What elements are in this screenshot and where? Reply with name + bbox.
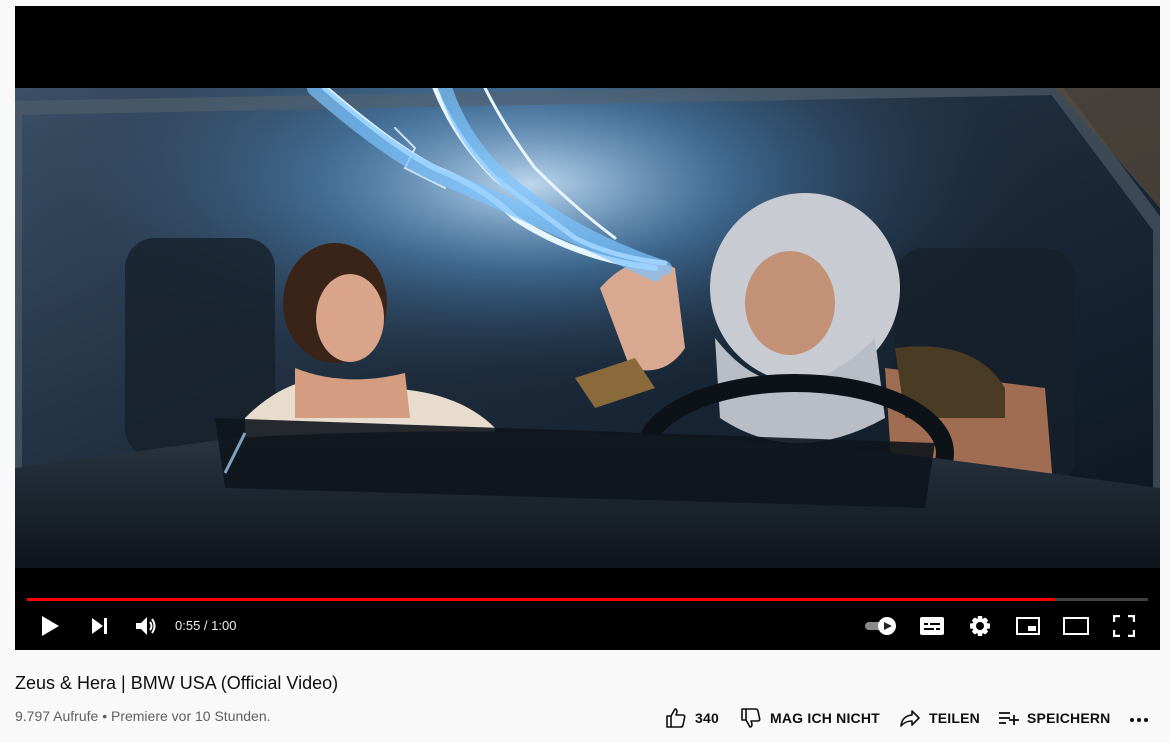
autoplay-toggle-icon (863, 616, 899, 636)
miniplayer-button[interactable] (1013, 612, 1043, 640)
more-actions-button[interactable] (1128, 706, 1150, 730)
theater-mode-icon (1063, 617, 1089, 635)
dislike-label: MAG ICH NICHT (770, 710, 880, 726)
progress-bar-fill (27, 598, 1055, 601)
settings-button[interactable] (965, 612, 995, 640)
more-horizontal-icon (1128, 707, 1150, 729)
share-label: TEILEN (929, 710, 980, 726)
save-button[interactable]: SPEICHERN (997, 706, 1110, 730)
settings-gear-icon (969, 615, 991, 637)
video-title: Zeus & Hera | BMW USA (Official Video) (15, 673, 339, 693)
video-frame[interactable] (15, 88, 1160, 568)
next-icon (90, 617, 110, 635)
thumbs-down-icon (740, 707, 762, 729)
mute-button[interactable] (131, 612, 161, 640)
view-count: 9.797 Aufrufe (15, 708, 99, 724)
miniplayer-icon (1016, 617, 1040, 635)
time-display: 0:55 / 1:00 (175, 618, 237, 633)
next-button[interactable] (85, 612, 115, 640)
progress-bar[interactable] (27, 598, 1148, 601)
fullscreen-icon (1113, 615, 1135, 637)
play-icon (40, 615, 60, 637)
dislike-button[interactable]: MAG ICH NICHT (740, 706, 880, 730)
play-button[interactable] (35, 612, 65, 640)
fullscreen-button[interactable] (1109, 612, 1139, 640)
like-button[interactable]: 340 (665, 706, 719, 730)
thumbs-up-icon (665, 707, 687, 729)
video-player[interactable]: 0:55 / 1:00 (15, 6, 1160, 650)
autoplay-toggle[interactable] (861, 612, 901, 640)
meta-separator: • (102, 708, 108, 724)
volume-icon (135, 616, 157, 636)
subtitles-button[interactable] (917, 612, 947, 640)
add-to-playlist-icon (997, 707, 1019, 729)
subtitles-icon (920, 617, 944, 635)
theater-mode-button[interactable] (1059, 612, 1093, 640)
like-count: 340 (695, 710, 719, 726)
premiere-info: Premiere vor 10 Stunden. (110, 708, 271, 724)
share-icon (899, 707, 921, 729)
share-button[interactable]: TEILEN (899, 706, 980, 730)
save-label: SPEICHERN (1027, 710, 1111, 726)
video-meta: 9.797 Aufrufe • Premiere vor 10 Stunden. (15, 707, 271, 725)
